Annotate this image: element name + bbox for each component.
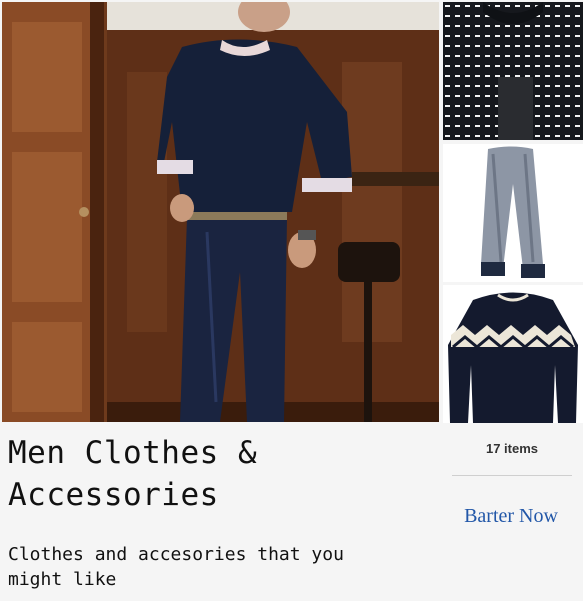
man-in-sweater-illustration: [2, 2, 439, 422]
description-line-2: might like: [8, 569, 117, 590]
fair-isle-sweater-icon: [443, 285, 583, 423]
collection-card[interactable]: Men Clothes & Accessories Clothes and ac…: [0, 0, 583, 601]
scarf-icon: [443, 144, 583, 282]
title-line-1: Men Clothes &: [8, 435, 258, 471]
barter-now-link[interactable]: Barter Now: [447, 505, 575, 528]
divider: [452, 475, 572, 476]
collection-description: Clothes and accesories that you might li…: [8, 542, 428, 592]
hero-image[interactable]: [2, 2, 439, 422]
patterned-sweater-thumb[interactable]: [443, 2, 583, 140]
item-count: 17 items: [485, 441, 539, 456]
collection-title: Men Clothes & Accessories: [8, 432, 428, 516]
title-line-2: Accessories: [8, 477, 219, 513]
fair-isle-sweater-thumb[interactable]: [443, 285, 583, 423]
description-line-1: Clothes and accesories that you: [8, 544, 344, 565]
patterned-sweater-icon: [443, 2, 583, 140]
gray-scarf-thumb[interactable]: [443, 144, 583, 282]
